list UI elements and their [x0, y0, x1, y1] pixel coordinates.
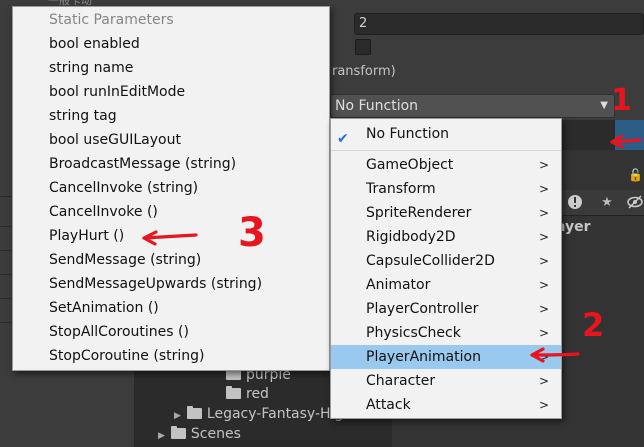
- tree-folder-red[interactable]: red: [226, 386, 269, 402]
- submenu-chevron-icon: >: [538, 302, 549, 316]
- func-item-capsule-collider2d[interactable]: CapsuleCollider2D >: [331, 249, 561, 273]
- func-item-sprite-renderer[interactable]: SpriteRenderer >: [331, 201, 561, 225]
- func-item-label: PhysicsCheck: [366, 325, 461, 341]
- menu-item-cancel-invoke-string[interactable]: CancelInvoke (string): [49, 180, 198, 196]
- func-item-attack[interactable]: Attack >: [331, 393, 561, 417]
- submenu-chevron-icon: >: [538, 278, 549, 292]
- func-item-label: Transform: [366, 181, 436, 197]
- menu-item-play-hurt[interactable]: PlayHurt (): [49, 228, 124, 244]
- menu-item-use-gui-layout[interactable]: bool useGUILayout: [49, 132, 181, 148]
- func-item-label: Attack: [366, 397, 411, 413]
- menu-item-bool-enabled[interactable]: bool enabled: [49, 36, 140, 52]
- submenu-chevron-icon: >: [538, 398, 549, 412]
- submenu-chevron-icon: >: [538, 230, 549, 244]
- static-parameters-header: Static Parameters: [49, 12, 174, 28]
- func-item-label: GameObject: [366, 157, 454, 173]
- warning-icon[interactable]: [566, 194, 584, 212]
- function-dropdown-label: No Function: [335, 98, 419, 114]
- submenu-chevron-icon: >: [538, 350, 549, 364]
- func-item-label: PlayerAnimation: [366, 349, 481, 365]
- func-item-no-function[interactable]: ✔ No Function: [331, 122, 561, 147]
- selected-event-row[interactable]: [615, 120, 644, 150]
- console-toolbar: ★: [560, 190, 644, 216]
- func-item-animator[interactable]: Animator >: [331, 273, 561, 297]
- func-item-character[interactable]: Character >: [331, 369, 561, 393]
- func-item-label: Character: [366, 373, 436, 389]
- static-parameters-menu: Static Parameters bool enabled string na…: [12, 6, 330, 371]
- tree-folder-scenes[interactable]: ▶ Scenes: [158, 426, 241, 442]
- menu-separator: [331, 150, 561, 151]
- function-menu: ✔ No Function GameObject > Transform > S…: [330, 118, 562, 419]
- func-item-label: CapsuleCollider2D: [366, 253, 495, 269]
- menu-item-run-in-edit-mode[interactable]: bool runInEditMode: [49, 84, 185, 100]
- func-item-transform[interactable]: Transform >: [331, 177, 561, 201]
- submenu-chevron-icon: >: [538, 158, 549, 172]
- submenu-chevron-icon: >: [538, 374, 549, 388]
- submenu-chevron-icon: >: [538, 206, 549, 220]
- menu-item-stop-all-coroutines[interactable]: StopAllCoroutines (): [49, 324, 189, 340]
- lock-icon[interactable]: 🔓: [628, 168, 643, 182]
- menu-item-send-message[interactable]: SendMessage (string): [49, 252, 201, 268]
- func-item-rigidbody2d[interactable]: Rigidbody2D >: [331, 225, 561, 249]
- menu-item-broadcast-message[interactable]: BroadcastMessage (string): [49, 156, 236, 172]
- visibility-icon[interactable]: [626, 194, 644, 212]
- func-item-player-controller[interactable]: PlayerController >: [331, 297, 561, 321]
- func-item-label: Animator: [366, 277, 431, 293]
- func-item-gameobject[interactable]: GameObject >: [331, 153, 561, 177]
- menu-item-string-tag[interactable]: string tag: [49, 108, 117, 124]
- expand-triangle-icon[interactable]: ▶: [174, 411, 181, 421]
- star-icon[interactable]: ★: [598, 194, 616, 212]
- func-item-label: No Function: [366, 126, 450, 142]
- folder-icon: [226, 386, 241, 399]
- func-item-label: Rigidbody2D: [366, 229, 456, 245]
- menu-item-send-message-upwards[interactable]: SendMessageUpwards (string): [49, 276, 262, 292]
- object-reference-text: ransform): [332, 64, 396, 79]
- menu-item-string-name[interactable]: string name: [49, 60, 133, 76]
- submenu-chevron-icon: >: [538, 254, 549, 268]
- menu-item-set-animation[interactable]: SetAnimation (): [49, 300, 159, 316]
- folder-icon: [186, 406, 202, 419]
- submenu-chevron-icon: >: [538, 182, 549, 196]
- func-item-physics-check[interactable]: PhysicsCheck >: [331, 321, 561, 345]
- expand-triangle-icon[interactable]: ▶: [158, 431, 165, 441]
- menu-item-cancel-invoke[interactable]: CancelInvoke (): [49, 204, 158, 220]
- func-item-label: SpriteRenderer: [366, 205, 472, 221]
- menu-item-stop-coroutine[interactable]: StopCoroutine (string): [49, 348, 204, 364]
- folder-icon: [170, 426, 186, 439]
- value-field[interactable]: 2: [354, 13, 644, 35]
- func-item-player-animation[interactable]: PlayerAnimation >: [331, 345, 561, 369]
- checkmark-icon: ✔: [337, 131, 349, 147]
- func-item-label: PlayerController: [366, 301, 479, 317]
- function-dropdown[interactable]: No Function ▼: [330, 94, 615, 118]
- dropdown-arrow-icon: ▼: [600, 100, 608, 111]
- submenu-chevron-icon: >: [538, 326, 549, 340]
- enabled-checkbox[interactable]: [355, 39, 371, 55]
